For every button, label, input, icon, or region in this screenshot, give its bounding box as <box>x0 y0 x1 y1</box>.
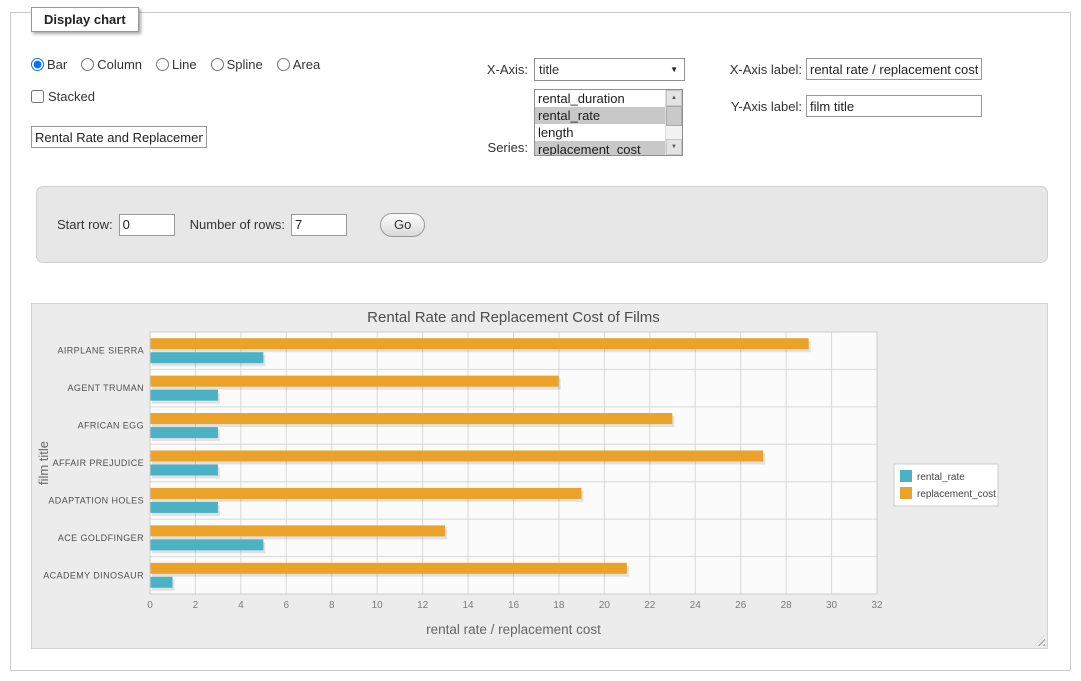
x-axis-caption: X-Axis: <box>448 62 528 77</box>
chart-type-radio-spline[interactable] <box>211 58 224 71</box>
legend-label-replacement_cost: replacement_cost <box>917 489 996 500</box>
category-label: AIRPLANE SIERRA <box>57 346 144 356</box>
legend-label-rental_rate: rental_rate <box>917 472 965 483</box>
x-tick-label: 18 <box>553 600 565 611</box>
series-caption: Series: <box>448 140 528 155</box>
number-of-rows-input[interactable] <box>291 214 347 236</box>
bar-replacement_cost-4[interactable] <box>150 488 581 499</box>
chart-yaxis-title: film title <box>36 441 51 485</box>
bar-replacement_cost-5[interactable] <box>150 525 445 536</box>
category-label: AFRICAN EGG <box>78 421 144 431</box>
panel-title: Display chart <box>31 7 139 32</box>
scroll-up-icon[interactable]: ▲ <box>666 90 682 106</box>
x-tick-label: 2 <box>193 600 199 611</box>
x-tick-label: 10 <box>372 600 384 611</box>
x-axis-select[interactable]: title ▼ <box>534 58 685 81</box>
x-axis-label-caption: X-Axis label: <box>711 62 802 77</box>
chart-type-label: Area <box>293 57 320 72</box>
category-label: ACE GOLDFINGER <box>58 533 144 543</box>
chart-canvas: 02468101214161820222426283032AIRPLANE SI… <box>32 304 1047 648</box>
start-row-input[interactable] <box>119 214 175 236</box>
category-label: ADAPTATION HOLES <box>48 495 144 505</box>
chart-svg: 02468101214161820222426283032AIRPLANE SI… <box>32 304 1047 648</box>
select-dropdown-arrow-icon: ▼ <box>670 65 678 74</box>
chart-type-bar[interactable]: Bar <box>31 57 67 72</box>
bar-rental_rate-1[interactable] <box>150 390 218 401</box>
x-tick-label: 4 <box>238 600 244 611</box>
chart-type-line[interactable]: Line <box>156 57 197 72</box>
scroll-thumb[interactable] <box>666 106 682 126</box>
category-label: ACADEMY DINOSAUR <box>43 570 144 580</box>
bar-replacement_cost-6[interactable] <box>150 563 627 574</box>
chart-type-label: Column <box>97 57 142 72</box>
chart-panel: 02468101214161820222426283032AIRPLANE SI… <box>31 303 1048 649</box>
stacked-option[interactable]: Stacked <box>31 89 95 104</box>
chart-type-radios: Bar Column Line Spline Area <box>31 57 320 72</box>
x-tick-label: 14 <box>463 600 475 611</box>
x-tick-label: 8 <box>329 600 335 611</box>
y-axis-label-input[interactable] <box>806 95 982 117</box>
display-chart-fieldset: Display chart BarColumnLineSplineArea St… <box>10 12 1071 671</box>
chart-type-radio-area[interactable] <box>277 58 290 71</box>
x-tick-label: 12 <box>417 600 429 611</box>
bar-replacement_cost-0[interactable] <box>150 338 809 349</box>
chart-type-radio-bar[interactable] <box>31 58 44 71</box>
chart-type-spline[interactable]: Spline <box>211 57 263 72</box>
bar-replacement_cost-2[interactable] <box>150 413 672 424</box>
chart-type-label: Spline <box>227 57 263 72</box>
chart-type-radio-column[interactable] <box>81 58 94 71</box>
bar-rental_rate-2[interactable] <box>150 427 218 438</box>
stacked-checkbox[interactable] <box>31 90 44 103</box>
bar-rental_rate-3[interactable] <box>150 465 218 476</box>
number-of-rows-caption: Number of rows: <box>190 217 285 232</box>
rows-panel: Start row: Number of rows: Go <box>36 186 1048 263</box>
chart-title: Rental Rate and Replacement Cost of Film… <box>367 309 660 326</box>
x-axis-selected-value: title <box>539 62 559 77</box>
x-tick-label: 28 <box>781 600 793 611</box>
x-tick-label: 6 <box>284 600 290 611</box>
series-scrollbar[interactable]: ▲ ▼ <box>665 90 682 155</box>
chart-xaxis-title: rental rate / replacement cost <box>426 622 601 637</box>
chart-type-radio-line[interactable] <box>156 58 169 71</box>
x-tick-label: 30 <box>826 600 838 611</box>
legend-swatch-replacement_cost <box>900 487 912 499</box>
bar-rental_rate-6[interactable] <box>150 577 172 588</box>
series-options: rental_durationrental_ratelengthreplacem… <box>535 90 665 156</box>
stacked-label: Stacked <box>48 89 95 104</box>
chart-title-input[interactable] <box>31 126 207 148</box>
bar-rental_rate-4[interactable] <box>150 502 218 513</box>
chart-type-area[interactable]: Area <box>277 57 320 72</box>
start-row-caption: Start row: <box>57 217 113 232</box>
display-chart-page: Display chart Bar Column Line Spline Area St… <box>0 0 1081 681</box>
x-tick-label: 16 <box>508 600 520 611</box>
series-option-rental_duration[interactable]: rental_duration <box>535 90 665 107</box>
x-axis-label-input[interactable] <box>806 58 982 80</box>
bar-rental_rate-5[interactable] <box>150 539 263 550</box>
x-tick-label: 26 <box>735 600 747 611</box>
go-button[interactable]: Go <box>380 213 425 237</box>
legend-swatch-rental_rate <box>900 470 912 482</box>
y-axis-label-caption: Y-Axis label: <box>711 99 802 114</box>
bar-replacement_cost-3[interactable] <box>150 451 763 462</box>
bar-rental_rate-0[interactable] <box>150 352 263 363</box>
series-option-length[interactable]: length <box>535 124 665 141</box>
series-option-replacement_cost[interactable]: replacement_cost <box>535 141 665 156</box>
category-label: AGENT TRUMAN <box>68 383 144 393</box>
category-label: AFFAIR PREJUDICE <box>53 458 144 468</box>
scroll-down-icon[interactable]: ▼ <box>666 139 682 155</box>
series-option-rental_rate[interactable]: rental_rate <box>535 107 665 124</box>
x-tick-label: 22 <box>644 600 656 611</box>
chart-type-label: Bar <box>47 57 67 72</box>
x-tick-label: 0 <box>147 600 153 611</box>
bar-replacement_cost-1[interactable] <box>150 376 559 387</box>
chart-type-column[interactable]: Column <box>81 57 142 72</box>
x-tick-label: 32 <box>871 600 883 611</box>
chart-type-label: Line <box>172 57 197 72</box>
series-listbox[interactable]: rental_durationrental_ratelengthreplacem… <box>534 89 683 156</box>
x-tick-label: 20 <box>599 600 611 611</box>
x-tick-label: 24 <box>690 600 702 611</box>
